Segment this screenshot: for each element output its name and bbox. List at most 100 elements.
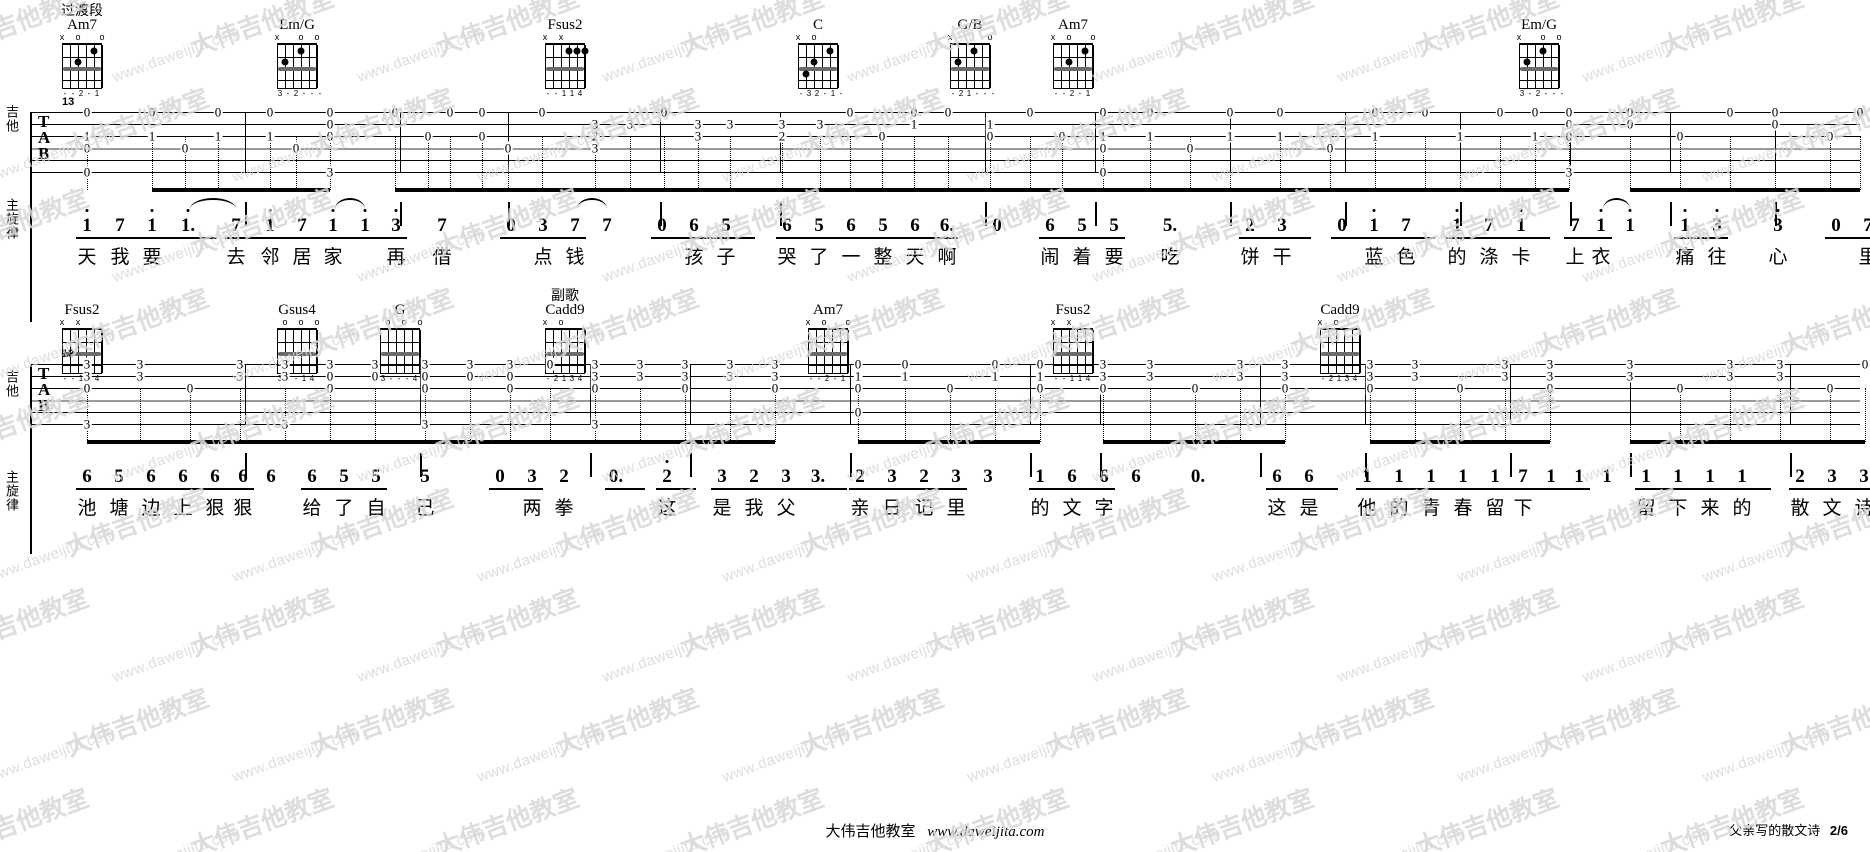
lyric-character: 留 bbox=[1636, 498, 1656, 519]
finger-number: - bbox=[1544, 89, 1548, 98]
beam-underline bbox=[904, 237, 936, 239]
finger-numbers: -21--- bbox=[947, 89, 995, 100]
finger-number: - bbox=[302, 89, 306, 98]
finger-dot bbox=[297, 47, 305, 55]
open-string-icon: o bbox=[987, 32, 993, 42]
open-string-icon: o bbox=[314, 317, 320, 327]
beam-underline bbox=[1510, 237, 1550, 239]
beam-underline bbox=[76, 488, 108, 490]
melody-note: 1 bbox=[328, 215, 338, 236]
lyric-character: 狠 bbox=[233, 498, 253, 519]
tab-note: 0 bbox=[1625, 116, 1635, 132]
beam bbox=[1150, 188, 1190, 192]
beam-underline bbox=[333, 488, 365, 490]
fret-highlight bbox=[546, 352, 584, 356]
note-stem bbox=[1460, 388, 1462, 442]
footer-site: 大伟吉他教室 www.daweijita.com bbox=[826, 820, 1045, 841]
note-stem bbox=[450, 136, 452, 190]
chord-diagram-am7: Am7 x o o - -2-1 bbox=[1050, 4, 1096, 100]
beam-underline bbox=[385, 237, 407, 239]
melody-note: 3 bbox=[1277, 215, 1287, 236]
fret-line bbox=[1520, 79, 1558, 81]
fret-line bbox=[799, 79, 837, 81]
melody-note: 3 bbox=[1827, 466, 1837, 487]
beam-underline bbox=[1061, 488, 1093, 490]
tab-note: 3 bbox=[725, 116, 735, 132]
lyric-character: 着 bbox=[1072, 247, 1092, 268]
tab-note: 0 bbox=[1420, 104, 1430, 120]
beam-underline bbox=[141, 237, 177, 239]
lyric-character: 借 bbox=[432, 247, 452, 268]
beam-underline bbox=[1853, 488, 1870, 490]
open-string-icon: o bbox=[99, 32, 105, 42]
melody-note: 1 bbox=[1458, 466, 1468, 487]
note-stem bbox=[542, 136, 544, 190]
melody-note: 5 bbox=[1109, 215, 1119, 236]
melody-note: 1 bbox=[82, 215, 92, 236]
finger-number: - bbox=[554, 89, 558, 98]
melody-note: 1 bbox=[1452, 215, 1462, 236]
beam bbox=[152, 188, 185, 192]
melody-note: 1 bbox=[147, 215, 157, 236]
melody-barline bbox=[590, 453, 592, 477]
tab-note: 3 bbox=[1775, 368, 1785, 384]
beam bbox=[858, 440, 905, 444]
finger-number: 1 bbox=[966, 89, 972, 98]
tab-note: 0 bbox=[291, 140, 301, 156]
tab-note: 0 bbox=[503, 140, 513, 156]
note-stem bbox=[425, 388, 427, 442]
beam bbox=[1370, 440, 1415, 444]
note-stem bbox=[482, 136, 484, 190]
melody-note: 0 bbox=[495, 466, 505, 487]
melody-barline bbox=[1230, 202, 1232, 226]
beam-underline bbox=[1789, 488, 1821, 490]
note-stem bbox=[630, 136, 632, 190]
note-stem bbox=[395, 136, 397, 190]
open-string-markers: ooo bbox=[274, 318, 320, 328]
beam bbox=[1375, 188, 1425, 192]
watermark-url: www.daweijita.com bbox=[965, 723, 1098, 786]
music-system-1: 过渡段 Am7 x o o - -2-1 Em/G x o o 3-2- - - Fsus2 x x - -1 1 4 C… bbox=[0, 0, 1870, 322]
finger-number: 2 bbox=[814, 89, 820, 98]
tie-slur bbox=[190, 198, 236, 209]
lyric-character: 上 bbox=[1565, 247, 1585, 268]
beam-underline bbox=[872, 237, 904, 239]
fret-line bbox=[278, 56, 316, 58]
note-stem bbox=[1280, 136, 1282, 190]
finger-number: - bbox=[1078, 89, 1082, 98]
watermark-url: www.daweijita.com bbox=[1700, 723, 1833, 786]
tab-note: 0 bbox=[1275, 104, 1285, 120]
tab-note: 0 bbox=[1035, 380, 1045, 396]
finger-number: - bbox=[318, 89, 322, 98]
note-stem bbox=[1830, 136, 1832, 190]
watermark-url: www.daweijita.com bbox=[110, 623, 243, 686]
fret-highlight bbox=[1520, 67, 1558, 71]
tab-note: 1 bbox=[990, 368, 1000, 384]
fretboard-grid bbox=[798, 43, 839, 89]
barline bbox=[1790, 364, 1791, 424]
tab-note: 1 bbox=[213, 128, 223, 144]
chord-name: Gsus4 bbox=[278, 302, 316, 318]
finger-number: - bbox=[546, 89, 550, 98]
tab-note: 3 bbox=[1145, 368, 1155, 384]
finger-number: - bbox=[991, 89, 995, 98]
melody-barline bbox=[245, 202, 247, 226]
fret-line bbox=[546, 56, 584, 58]
note-stem bbox=[1630, 388, 1632, 442]
lyric-character: 心 bbox=[1768, 247, 1788, 268]
beam-underline bbox=[354, 237, 385, 239]
beam bbox=[1460, 188, 1500, 192]
chord-name: Fsus2 bbox=[1055, 302, 1091, 318]
beam bbox=[470, 440, 510, 444]
note-stem bbox=[1500, 136, 1502, 190]
lyric-character: 点 bbox=[533, 247, 553, 268]
beam-underline bbox=[259, 237, 291, 239]
string-line bbox=[1093, 45, 1094, 88]
open-string-icon: o bbox=[298, 317, 304, 327]
chord-name: G bbox=[394, 302, 406, 318]
tab-note: 0 bbox=[1825, 128, 1835, 144]
tab-note: 0 bbox=[945, 380, 955, 396]
open-string-icon: o bbox=[75, 32, 81, 42]
beam bbox=[1240, 440, 1285, 444]
fret-line bbox=[1321, 341, 1359, 343]
